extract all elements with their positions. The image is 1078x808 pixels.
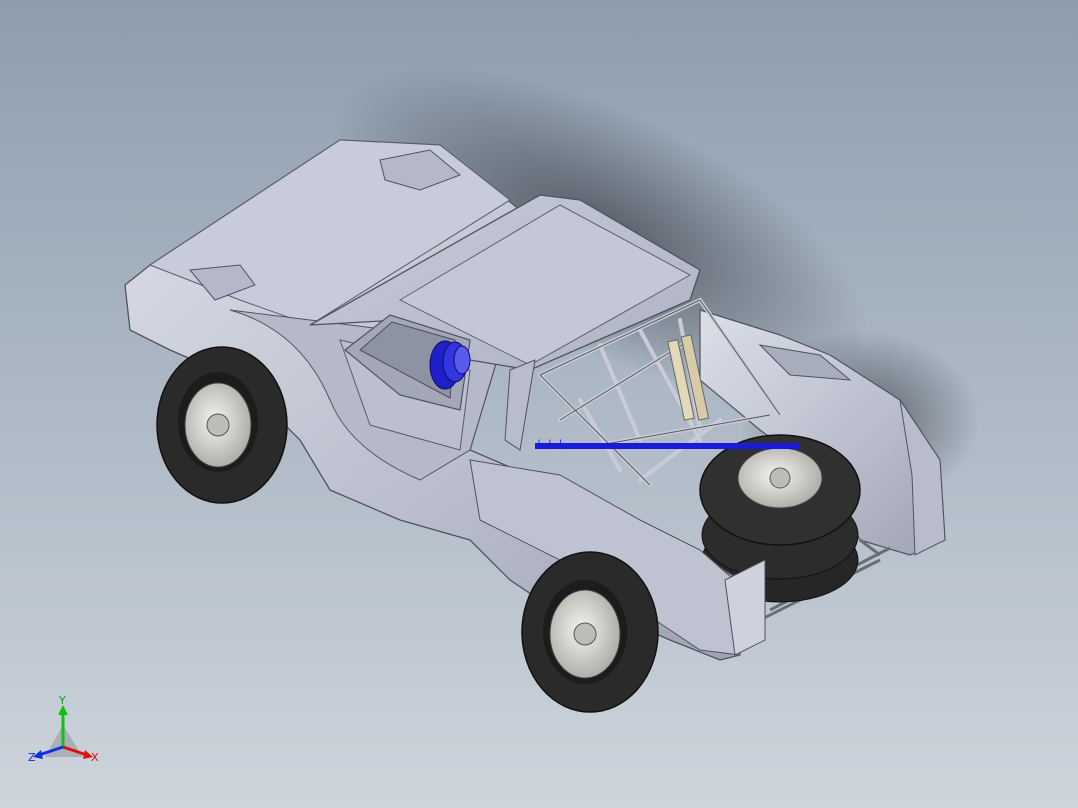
graphics-viewport[interactable]: | | | Y X Z <box>0 0 1078 808</box>
reference-triad: Y X Z <box>25 695 105 770</box>
triad-x-label: X <box>91 751 99 764</box>
truck-model[interactable] <box>0 0 1078 808</box>
front-left-wheel <box>156 346 288 504</box>
annotation-callout: | | | <box>536 439 564 450</box>
triad-y-label: Y <box>59 694 66 707</box>
rear-left-wheel <box>521 551 659 713</box>
triad-z-label: Z <box>28 751 36 764</box>
